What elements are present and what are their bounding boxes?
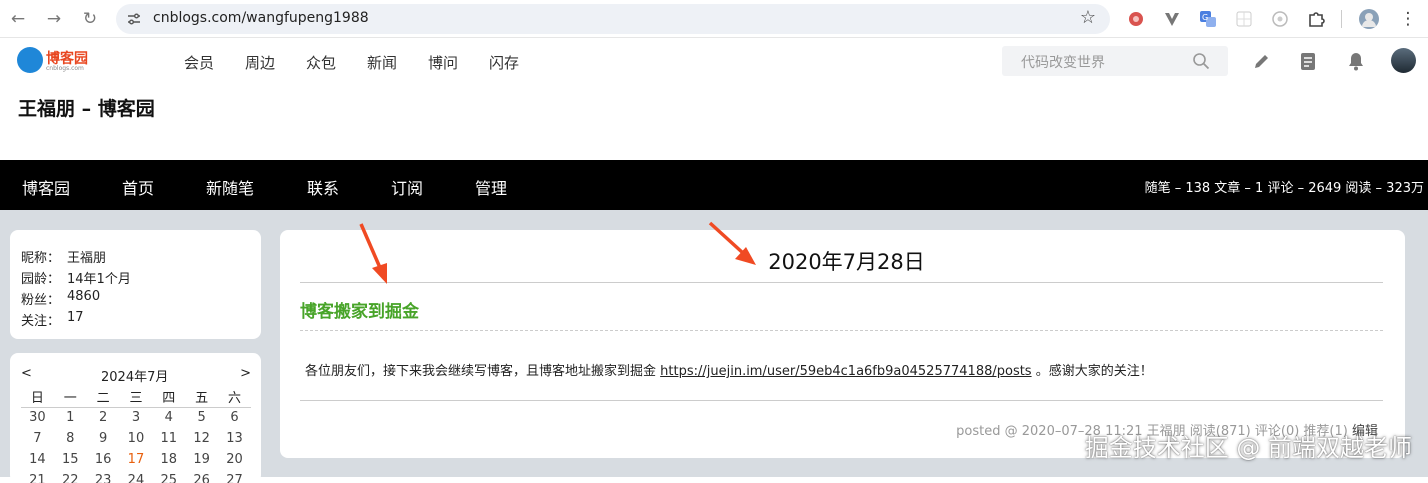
arrow-to-post-title xyxy=(359,223,387,284)
arrow-to-post-date xyxy=(708,221,756,265)
annotation-arrows xyxy=(359,221,756,284)
watermark: 掘金技术社区 @ 前端双越老师 xyxy=(1084,434,1412,462)
